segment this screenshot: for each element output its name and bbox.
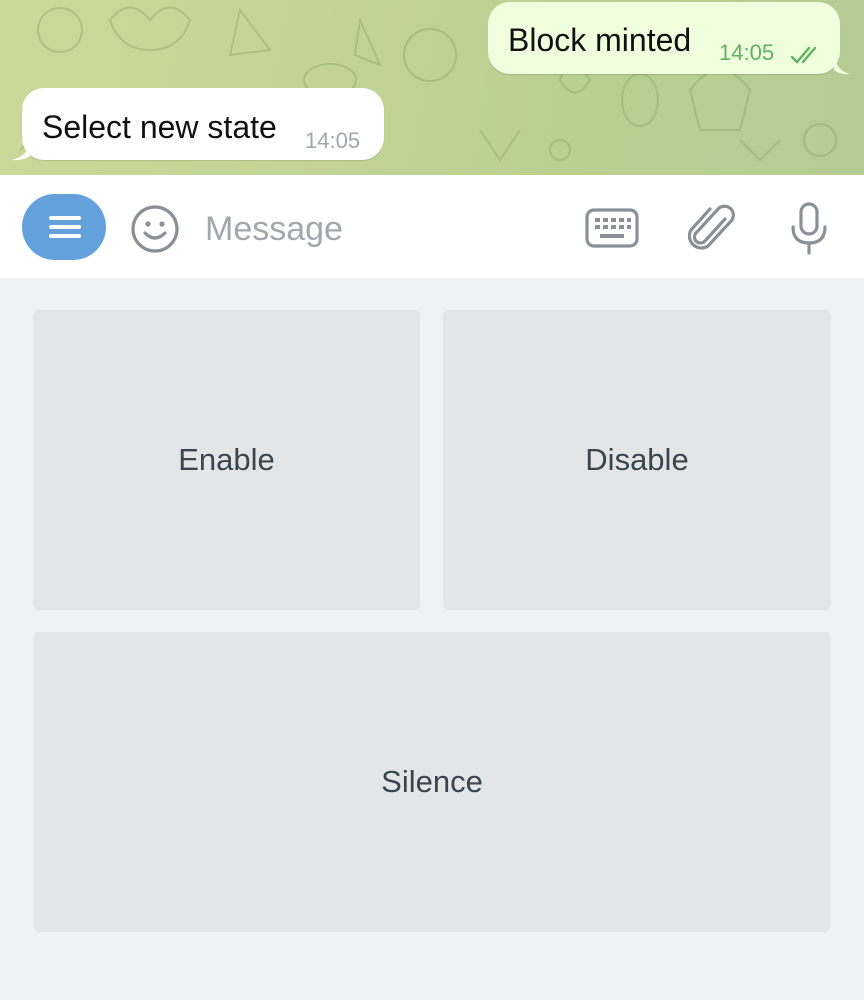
message-input-bar: Message: [0, 175, 864, 278]
incoming-message-bubble[interactable]: Select new state 14:05: [22, 88, 384, 160]
disable-button[interactable]: Disable: [443, 310, 831, 610]
enable-button[interactable]: Enable: [33, 310, 420, 610]
bubble-tail: [834, 56, 850, 75]
bubble-tail: [12, 142, 30, 161]
chat-area: Block minted 14:05 Select new state 14:0…: [0, 0, 864, 175]
message-time: 14:05: [719, 40, 775, 65]
message-text: Select new state: [42, 109, 277, 145]
read-double-check-icon: [790, 46, 817, 64]
keyboard-icon[interactable]: [585, 207, 639, 249]
menu-icon-line: [49, 234, 81, 238]
outgoing-message-bubble[interactable]: Block minted 14:05: [488, 2, 840, 74]
emoji-icon[interactable]: [130, 204, 180, 254]
microphone-icon[interactable]: [789, 201, 829, 257]
attach-icon[interactable]: [688, 201, 738, 257]
menu-icon: [49, 216, 81, 220]
message-text: Block minted: [508, 22, 692, 58]
menu-icon-line: [49, 225, 81, 229]
bot-menu-button[interactable]: [22, 194, 106, 260]
silence-button[interactable]: Silence: [33, 632, 831, 932]
message-time: 14:05: [305, 128, 361, 153]
bot-reply-keyboard: Enable Disable Silence: [0, 278, 864, 1000]
message-input[interactable]: Message: [205, 210, 343, 249]
